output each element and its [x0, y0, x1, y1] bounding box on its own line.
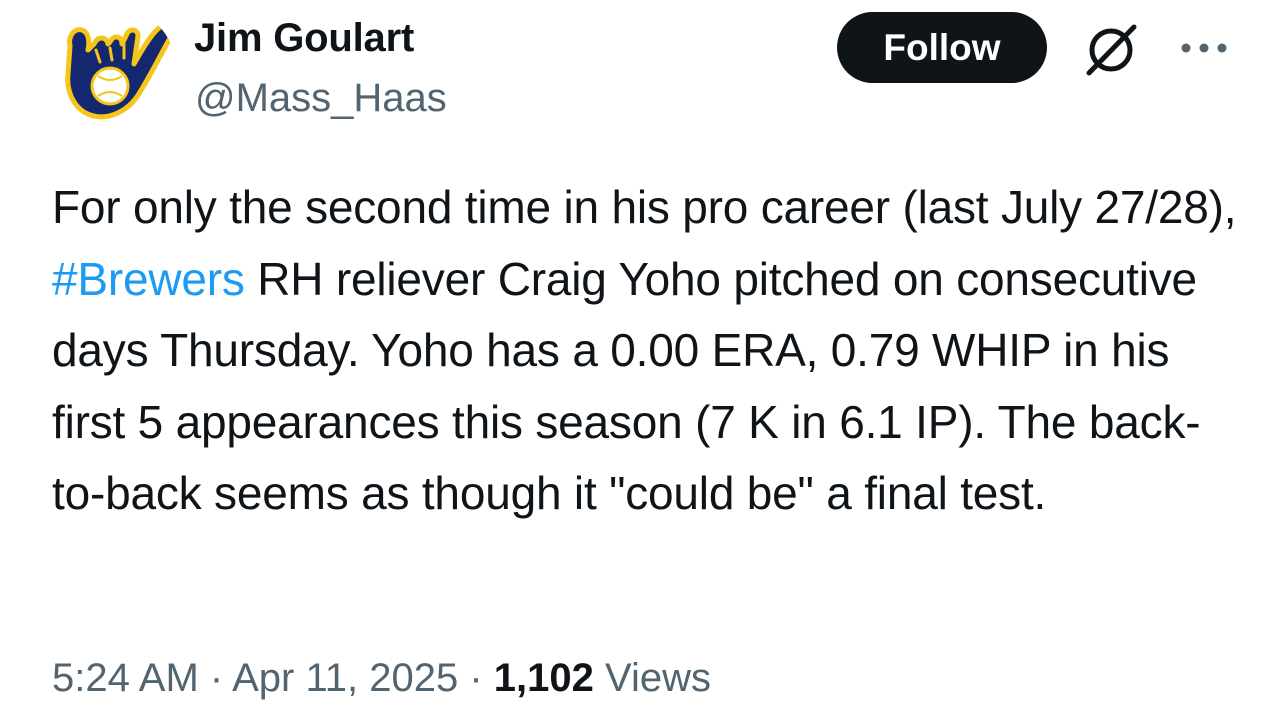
tweet-text: For only the second time in his pro care… — [52, 172, 1242, 530]
avatar[interactable] — [50, 6, 176, 132]
tweet-time[interactable]: 5:24 AM — [52, 656, 199, 700]
tweet-date[interactable]: Apr 11, 2025 — [232, 656, 458, 700]
author-handle[interactable]: @Mass_Haas — [195, 74, 447, 122]
follow-button[interactable]: Follow — [837, 12, 1047, 83]
tweet-text-segment: For only the second time in his pro care… — [52, 181, 1237, 233]
separator: · — [469, 656, 483, 700]
tweet-metadata: 5:24 AM · Apr 11, 2025 · 1,102 Views — [52, 652, 711, 704]
brewers-glove-logo-icon — [51, 7, 175, 131]
views-count: 1,102 — [493, 656, 594, 700]
views-label: Views — [605, 656, 712, 700]
hashtag-link[interactable]: #Brewers — [52, 253, 245, 305]
more-options-icon[interactable] — [1180, 36, 1228, 60]
separator: · — [209, 656, 224, 700]
author-display-name[interactable]: Jim Goulart — [194, 14, 414, 62]
grok-icon[interactable] — [1080, 22, 1142, 78]
